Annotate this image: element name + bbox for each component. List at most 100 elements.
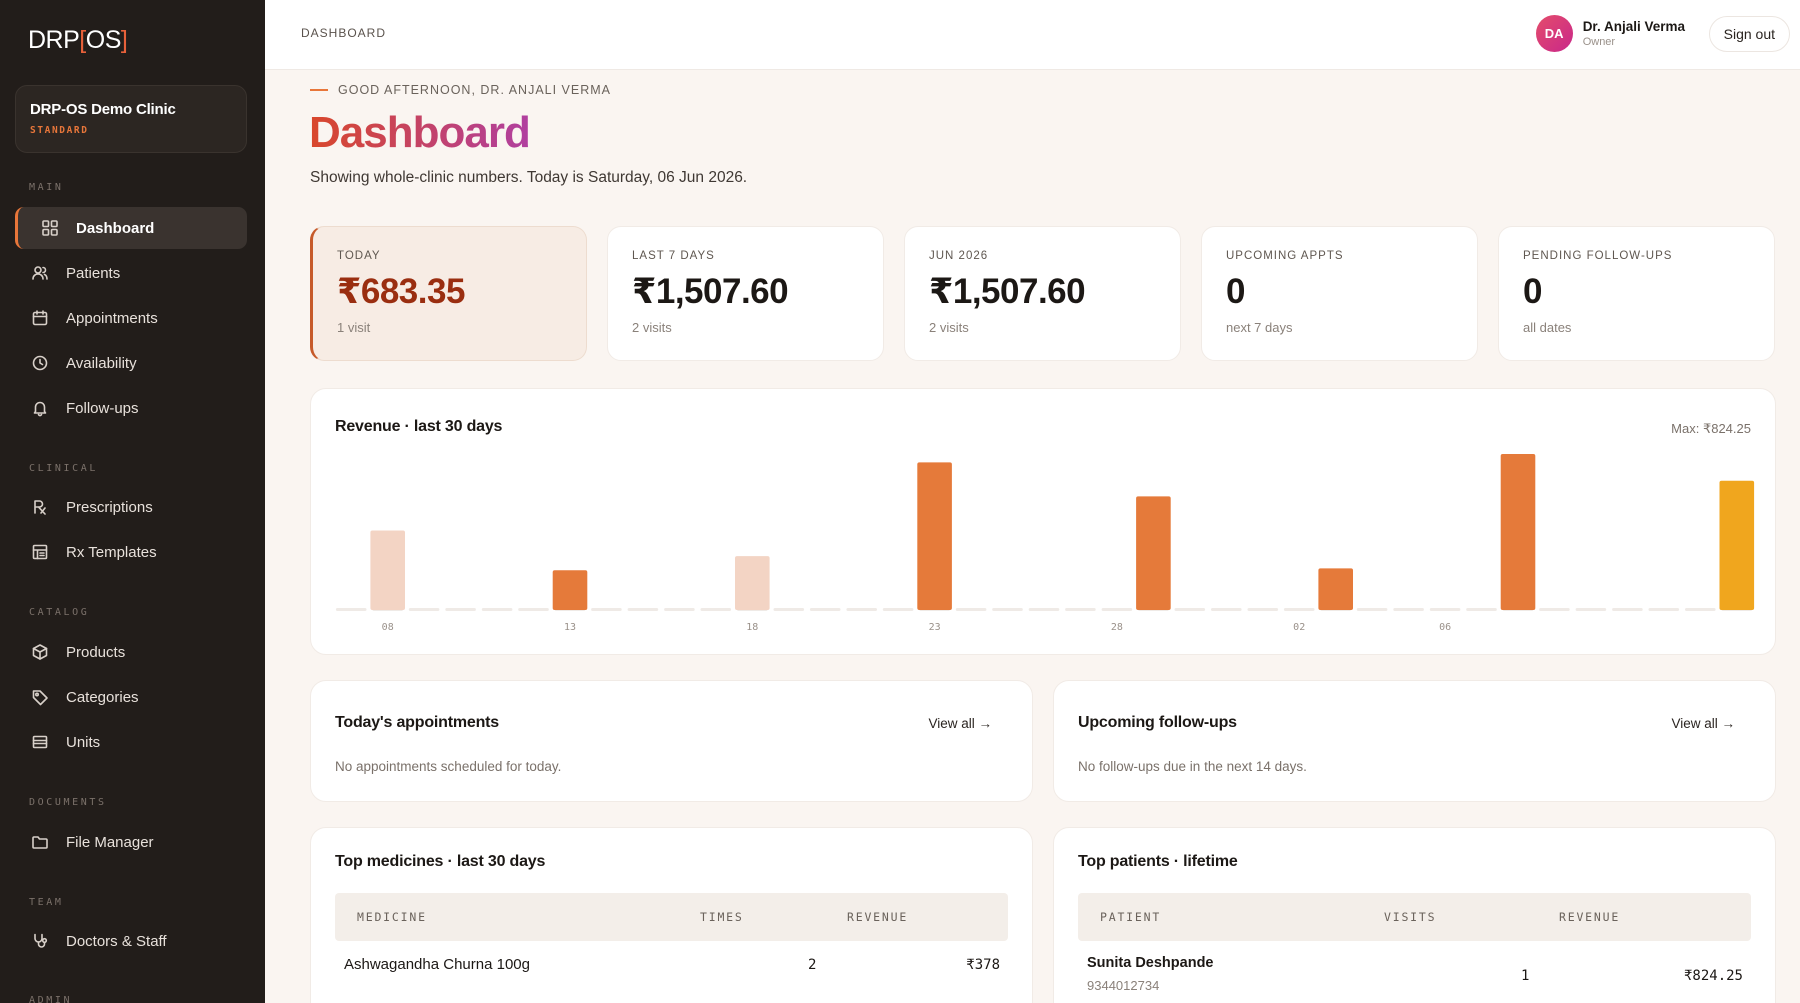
chart-tick-label: 23	[929, 622, 941, 633]
page-title: Dashboard	[309, 108, 531, 157]
revenue-bar-chart: 08 13 18 23 28 02 06	[335, 454, 1755, 633]
chart-baseline-segment	[1648, 608, 1680, 611]
card-title: Top medicines · last 30 days	[335, 853, 546, 870]
chart-baseline-segment	[1028, 608, 1060, 611]
sidebar-item-label: Patients	[66, 264, 121, 282]
page-subtitle: Showing whole-clinic numbers. Today is S…	[310, 169, 748, 186]
sidebar-item-label: Units	[66, 733, 101, 751]
stat-label: UPCOMING APPTS	[1226, 250, 1344, 262]
clinic-plan-badge: STANDARD	[30, 125, 89, 136]
chart-baseline-segment	[773, 608, 805, 611]
chart-tick-label: 18	[746, 622, 758, 633]
patient-revenue: ₹824.25	[1683, 968, 1743, 984]
chart-baseline-segment	[481, 608, 513, 611]
column-header-revenue: REVENUE	[1559, 910, 1621, 924]
chart-baseline-segment	[1393, 608, 1424, 611]
sidebar: DRP[OS] DRP-OS Demo Clinic STANDARD MAIN…	[0, 0, 265, 1003]
chart-baseline-segment	[627, 608, 659, 611]
sidebar-item-label: Products	[66, 643, 126, 661]
patient-phone: 9344012734	[1087, 978, 1160, 993]
sidebar-item-prescriptions[interactable]: Prescriptions	[15, 486, 247, 528]
chart-bar[interactable]	[1136, 496, 1171, 610]
sidebar-item-dashboard[interactable]: Dashboard	[15, 207, 247, 249]
column-header-medicine: MEDICINE	[357, 910, 427, 924]
section-label-main: MAIN	[29, 182, 64, 193]
sidebar-item-doctors-staff[interactable]: Doctors & Staff	[15, 920, 247, 962]
table-header: PATIENT VISITS REVENUE	[1078, 893, 1751, 941]
view-all-follow-ups-link[interactable]: View all →	[1671, 716, 1735, 731]
chart-bar[interactable]	[1719, 480, 1755, 610]
patient-name: Sunita Deshpande	[1087, 955, 1214, 971]
box-icon	[31, 643, 49, 661]
stat-value: 0	[1226, 272, 1245, 311]
chart-baseline-segment	[1539, 608, 1570, 611]
chart-bar[interactable]	[735, 556, 770, 610]
chart-baseline-segment	[591, 608, 622, 611]
card-title: Upcoming follow-ups	[1078, 714, 1237, 731]
bell-icon	[31, 399, 49, 417]
stat-sub: 2 visits	[929, 320, 969, 335]
user-name: Dr. Anjali Verma	[1582, 19, 1685, 34]
greeting: GOOD AFTERNOON, DR. ANJALI VERMA	[310, 83, 611, 97]
chart-baseline-segment	[1356, 608, 1388, 611]
column-header-times: TIMES	[700, 910, 744, 924]
clinic-switcher[interactable]: DRP-OS Demo Clinic STANDARD	[15, 85, 247, 153]
sidebar-item-units[interactable]: Units	[15, 721, 247, 763]
chart-baseline-segment	[1685, 608, 1716, 611]
folder-icon	[31, 833, 49, 851]
template-icon	[31, 543, 49, 561]
chart-baseline-segment	[1466, 608, 1497, 611]
stethoscope-icon	[31, 932, 49, 950]
chart-baseline-segment	[518, 608, 549, 611]
stat-sub: 1 visit	[337, 320, 371, 335]
stat-label: TODAY	[337, 250, 381, 262]
app-logo[interactable]: DRP[OS]	[28, 26, 128, 55]
sidebar-item-follow-ups[interactable]: Follow-ups	[15, 387, 247, 429]
avatar: DA	[1535, 15, 1573, 52]
sidebar-item-label: Prescriptions	[66, 498, 153, 516]
clinic-name: DRP-OS Demo Clinic	[30, 101, 176, 118]
chart-baseline-segment	[1283, 608, 1315, 611]
stat-card-today: TODAY ₹683.35 1 visit	[310, 226, 587, 361]
section-label-documents: DOCUMENTS	[29, 797, 107, 808]
sidebar-item-availability[interactable]: Availability	[15, 342, 247, 384]
chart-baseline-segment	[1211, 608, 1242, 611]
table-header: MEDICINE TIMES REVENUE	[335, 893, 1008, 941]
chart-bar[interactable]	[917, 462, 952, 610]
sidebar-item-appointments[interactable]: Appointments	[15, 297, 247, 339]
empty-state: No follow-ups due in the next 14 days.	[1078, 759, 1307, 774]
stat-value: ₹1,507.60	[929, 272, 1086, 311]
chart-baseline-segment	[1612, 608, 1643, 611]
medicine-revenue: ₹378	[966, 957, 1000, 973]
chart-tick-label: 02	[1293, 622, 1305, 633]
chart-baseline-segment	[1429, 608, 1461, 611]
stat-value: ₹1,507.60	[632, 272, 789, 311]
stat-sub: all dates	[1523, 320, 1572, 335]
chart-tick-label: 08	[382, 622, 394, 633]
stat-card-pending-follow-ups: PENDING FOLLOW-UPS 0 all dates	[1498, 226, 1775, 361]
chart-bar[interactable]	[370, 530, 405, 611]
sidebar-item-label: Availability	[66, 354, 137, 372]
sidebar-item-categories[interactable]: Categories	[15, 676, 247, 718]
sidebar-item-file-manager[interactable]: File Manager	[15, 821, 247, 863]
chart-bar[interactable]	[1500, 454, 1536, 610]
chart-bar[interactable]	[1318, 568, 1353, 610]
view-all-appointments-link[interactable]: View all →	[928, 716, 992, 731]
column-header-visits: VISITS	[1384, 910, 1437, 924]
stat-card-month: JUN 2026 ₹1,507.60 2 visits	[904, 226, 1181, 361]
top-patients-card: Top patients · lifetime PATIENT VISITS R…	[1053, 827, 1776, 1003]
users-icon	[31, 264, 49, 282]
chart-bar[interactable]	[552, 570, 588, 610]
sidebar-item-patients[interactable]: Patients	[15, 252, 247, 294]
user-menu[interactable]: DA Dr. Anjali Verma Owner	[1535, 15, 1685, 52]
clock-icon	[31, 354, 49, 372]
sign-out-button[interactable]: Sign out	[1708, 16, 1790, 52]
sidebar-item-rx-templates[interactable]: Rx Templates	[15, 531, 247, 573]
stat-sub: 2 visits	[632, 320, 672, 335]
card-title: Top patients · lifetime	[1078, 853, 1238, 870]
sidebar-item-label: Appointments	[66, 309, 158, 327]
chart-baseline-segment	[846, 608, 877, 611]
sidebar-item-products[interactable]: Products	[15, 631, 247, 673]
topbar: DASHBOARD DA Dr. Anjali Verma Owner Sign…	[265, 0, 1800, 70]
chart-baseline-segment	[1575, 608, 1607, 611]
